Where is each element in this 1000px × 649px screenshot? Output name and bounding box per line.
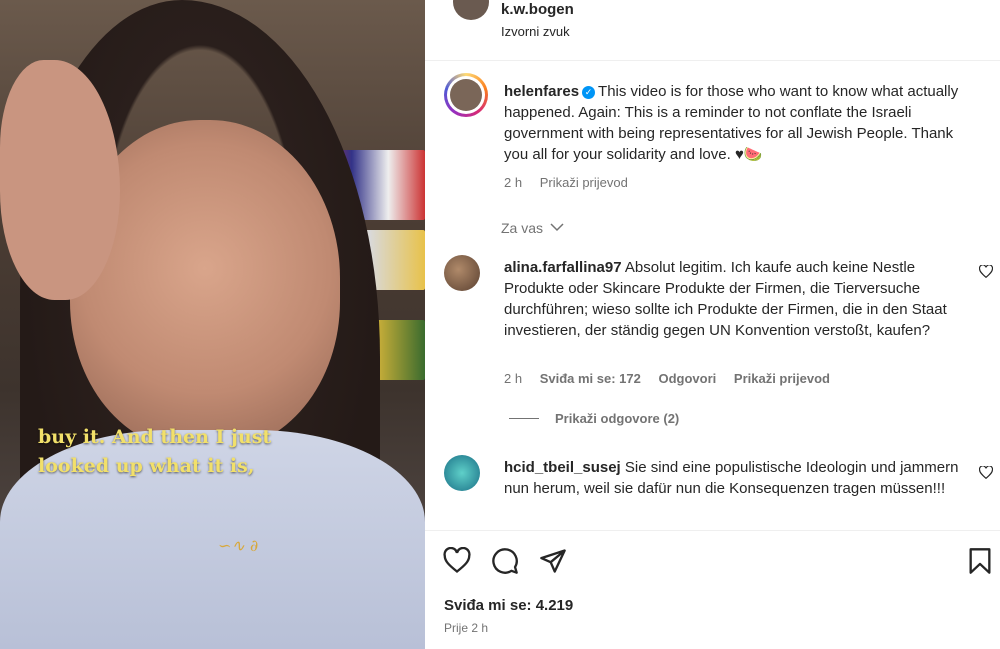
audio-label[interactable]: Izvorni zvuk [501,24,570,39]
comment-time: 2 h [504,371,523,386]
comment-icon[interactable] [491,547,519,575]
divider [425,530,1000,531]
video-caption-line: buy it. And then I just [38,426,272,448]
caption-time: 2 h [504,175,523,190]
comment-likes[interactable]: Sviđa mi se: 172 [540,371,641,386]
save-icon[interactable] [967,547,993,575]
view-replies-button[interactable]: Prikaži odgovore (2) [509,411,679,426]
reply-button[interactable]: Odgovori [659,371,717,386]
translate-link[interactable]: Prikaži prijevod [540,175,628,190]
video-caption: buy it. And then I just looked up what i… [38,423,271,481]
post-sidebar: k.w.bogen Izvorni zvuk helenfares ✓ This v… [425,0,1000,649]
header-username[interactable]: k.w.bogen [501,1,574,18]
chevron-down-icon [550,223,564,232]
post-likes[interactable]: Sviđa mi se: 4.219 [444,597,573,614]
comment-avatar[interactable] [444,455,480,491]
comment-username[interactable]: alina.farfallina97 [504,259,622,276]
comment-filter-label: Za vas [501,220,544,236]
caption-username[interactable]: helenfares [504,83,579,100]
translate-link[interactable]: Prikaži prijevod [734,371,830,386]
post-video[interactable]: buy it. And then I just looked up what i… [0,0,425,649]
verified-badge-icon: ✓ [582,86,596,99]
caption-avatar[interactable] [444,73,488,117]
comment-text: hcid_tbeil_susej Sie sind eine populisti… [504,457,974,499]
post-timestamp: Prije 2 h [444,621,489,635]
caption-meta: 2 h Prikaži prijevod [504,175,642,190]
share-icon[interactable] [539,547,567,575]
necklace: ∽∿ ∂ [218,536,259,555]
comment-text: alina.farfallina97 Absolut legitim. Ich … [504,257,974,341]
view-replies-label: Prikaži odgovore (2) [555,411,680,426]
like-comment-icon[interactable] [979,265,993,278]
comment-filter[interactable]: Za vas [501,220,564,236]
comment-username[interactable]: hcid_tbeil_susej [504,459,621,476]
heart-icon[interactable] [443,547,471,575]
divider [425,60,1000,61]
like-comment-icon[interactable] [979,466,993,479]
video-caption-line: looked up what it is, [38,455,255,477]
caption-text: helenfares ✓ This video is for those who w… [504,81,964,165]
comment-avatar[interactable] [444,255,480,291]
replies-line [509,418,539,419]
avatar[interactable] [453,0,489,20]
comment-meta: 2 h Sviđa mi se: 172 Odgovori Prikaži pr… [504,371,844,386]
